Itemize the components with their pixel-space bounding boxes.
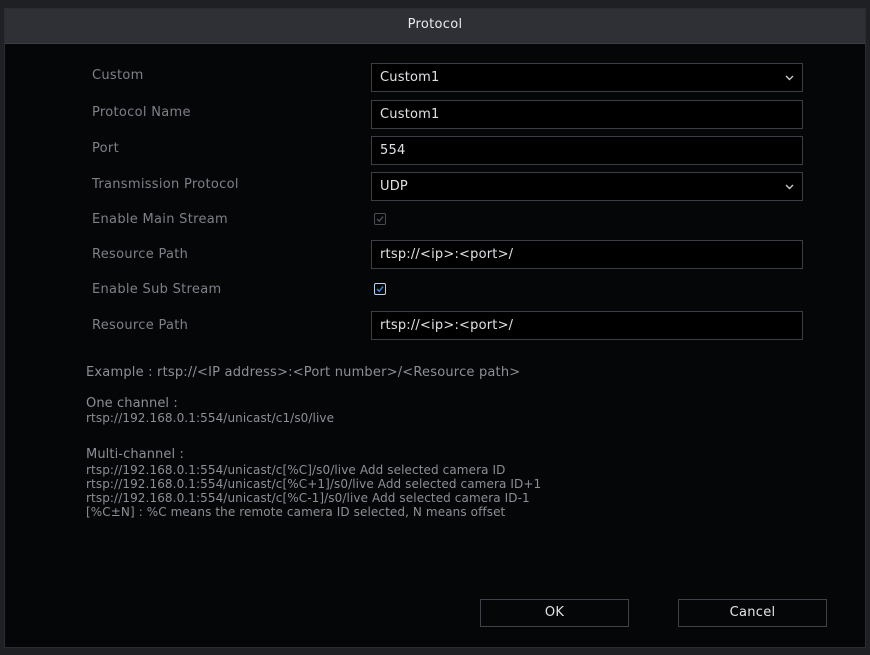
enable-main-stream-label: Enable Main Stream — [92, 212, 229, 227]
custom-label: Custom — [92, 68, 144, 83]
transmission-protocol-select[interactable]: UDP — [371, 172, 803, 201]
sub-resource-path-input[interactable]: rtsp://<ip>:<port>/ — [371, 311, 803, 340]
multi-channel-line: rtsp://192.168.0.1:554/unicast/c[%C+1]/s… — [86, 477, 542, 491]
chevron-down-icon — [785, 64, 794, 91]
transmission-protocol-value: UDP — [380, 179, 408, 194]
transmission-protocol-label: Transmission Protocol — [92, 177, 239, 192]
port-label: Port — [92, 141, 119, 156]
enable-sub-stream-checkbox[interactable] — [374, 283, 386, 295]
custom-select[interactable]: Custom1 — [371, 63, 803, 92]
cancel-button[interactable]: Cancel — [678, 599, 827, 627]
enable-main-stream-checkbox — [374, 213, 386, 225]
multi-channel-line: rtsp://192.168.0.1:554/unicast/c[%C-1]/s… — [86, 491, 530, 505]
chevron-down-icon — [785, 173, 794, 200]
protocol-dialog: Protocol Custom Custom1 Protocol Name Cu… — [4, 8, 866, 648]
offset-explanation: [%C±N] : %C means the remote camera ID s… — [86, 505, 506, 519]
main-resource-path-label: Resource Path — [92, 247, 189, 262]
main-resource-path-value: rtsp://<ip>:<port>/ — [380, 247, 514, 262]
one-channel-url: rtsp://192.168.0.1:554/unicast/c1/s0/liv… — [86, 411, 335, 425]
sub-resource-path-value: rtsp://<ip>:<port>/ — [380, 318, 514, 333]
multi-channel-line: rtsp://192.168.0.1:554/unicast/c[%C]/s0/… — [86, 463, 506, 477]
protocol-name-label: Protocol Name — [92, 105, 191, 120]
port-input[interactable]: 554 — [371, 136, 803, 165]
protocol-name-value: Custom1 — [380, 107, 440, 122]
one-channel-title: One channel : — [86, 396, 178, 411]
multi-channel-title: Multi-channel : — [86, 447, 184, 462]
enable-sub-stream-label: Enable Sub Stream — [92, 282, 222, 297]
port-value: 554 — [380, 143, 406, 158]
main-resource-path-input[interactable]: rtsp://<ip>:<port>/ — [371, 240, 803, 269]
protocol-name-input[interactable]: Custom1 — [371, 100, 803, 129]
dialog-titlebar: Protocol — [5, 9, 865, 44]
check-icon — [376, 286, 384, 293]
custom-select-value: Custom1 — [380, 70, 440, 85]
check-icon — [376, 216, 384, 223]
example-text: Example : rtsp://<IP address>:<Port numb… — [86, 365, 521, 380]
ok-button[interactable]: OK — [480, 599, 629, 627]
dialog-title: Protocol — [407, 17, 463, 32]
sub-resource-path-label: Resource Path — [92, 318, 189, 333]
